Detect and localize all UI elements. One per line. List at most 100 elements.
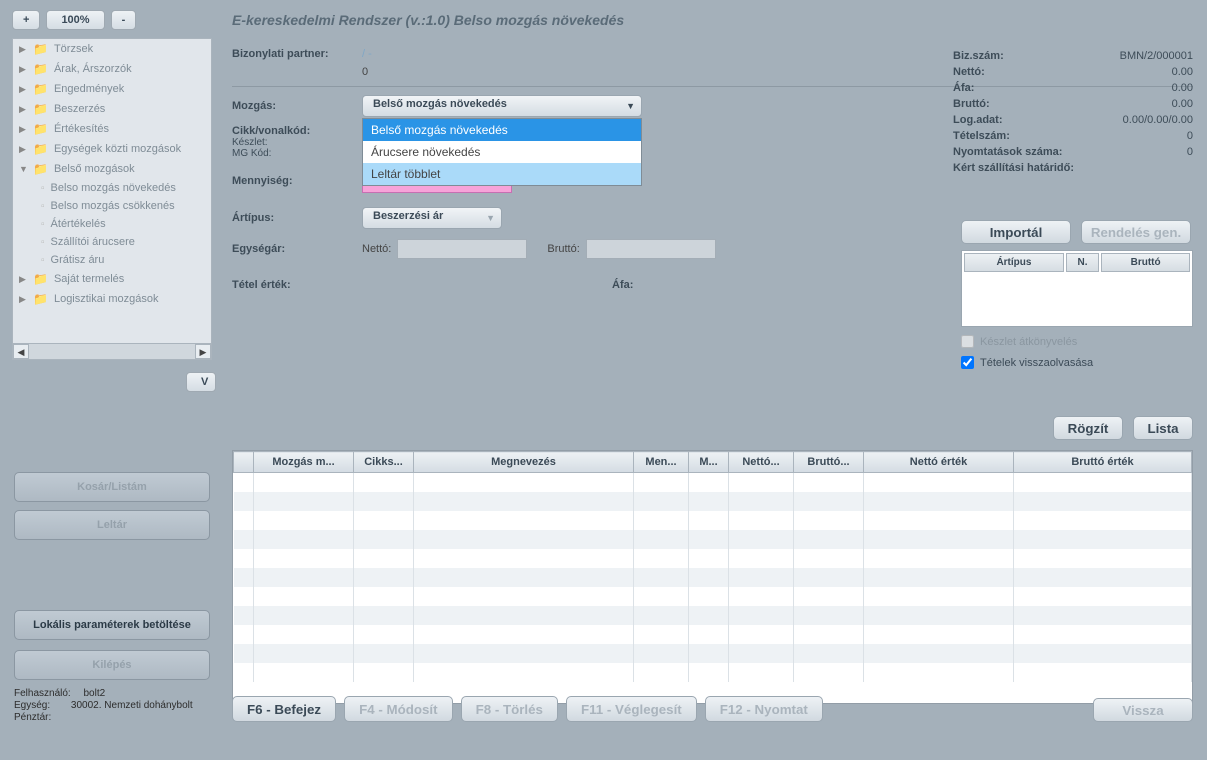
- collapse-button[interactable]: V: [186, 372, 216, 392]
- table-row[interactable]: [234, 644, 1192, 663]
- load-params-button[interactable]: Lokális paraméterek betöltése: [14, 610, 210, 640]
- tree-folder[interactable]: ▶📁Árak, Árszorzók: [13, 59, 211, 79]
- stock-label: Készlet:: [232, 137, 362, 148]
- tree-label: Belso mozgás csökkenés: [51, 200, 175, 212]
- tree-label: Értékesítés: [54, 123, 109, 135]
- gross-input[interactable]: [586, 239, 716, 259]
- tree-item[interactable]: ▫Átértékelés: [13, 215, 211, 233]
- cart-button[interactable]: Kosár/Listám: [14, 472, 210, 502]
- folder-icon: 📁: [33, 42, 48, 56]
- unitprice-label: Egységár:: [232, 243, 362, 255]
- stock-transfer-checkbox: [961, 335, 974, 348]
- inventory-button[interactable]: Leltár: [14, 510, 210, 540]
- file-icon: ▫: [41, 183, 45, 194]
- save-button[interactable]: Rögzít: [1053, 416, 1123, 440]
- grid-th-net[interactable]: Nettó...: [729, 452, 794, 473]
- tree-item[interactable]: ▫Belso mozgás növekedés: [13, 179, 211, 197]
- grid-th-movement[interactable]: Mozgás m...: [254, 452, 354, 473]
- page-title: E-kereskedelmi Rendszer (v.:1.0) Belso m…: [232, 12, 624, 28]
- tree-label: Grátisz áru: [51, 254, 105, 266]
- file-icon: ▫: [41, 255, 45, 266]
- exit-button[interactable]: Kilépés: [14, 650, 210, 680]
- grid-th-qty[interactable]: Men...: [634, 452, 689, 473]
- printcount-value: 0: [1187, 146, 1193, 158]
- tree-folder[interactable]: ▶📁Egységek közti mozgások: [13, 139, 211, 159]
- unit-value: 30002. Nemzeti dohánybolt: [71, 700, 193, 711]
- table-row[interactable]: [234, 663, 1192, 682]
- table-row[interactable]: [234, 568, 1192, 587]
- partner-label: Bizonylati partner:: [232, 48, 362, 60]
- logdata-value: 0.00/0.00/0.00: [1123, 114, 1193, 126]
- table-row[interactable]: [234, 511, 1192, 530]
- mini-th-gross: Bruttó: [1101, 253, 1190, 272]
- table-row[interactable]: [234, 473, 1192, 492]
- net-input[interactable]: [397, 239, 527, 259]
- grid-th-gross[interactable]: Bruttó...: [794, 452, 864, 473]
- table-row[interactable]: [234, 549, 1192, 568]
- tree-label: Egységek közti mozgások: [54, 143, 181, 155]
- grid-th-name[interactable]: Megnevezés: [414, 452, 634, 473]
- folder-icon: 📁: [33, 142, 48, 156]
- scroll-right-icon[interactable]: ▶: [195, 344, 211, 359]
- tree-item[interactable]: ▫Belso mozgás csökkenés: [13, 197, 211, 215]
- tree-folder[interactable]: ▶ 📁 Logisztikai mozgások: [13, 289, 211, 309]
- logdata-label: Log.adat:: [953, 114, 1003, 126]
- grid-th-item[interactable]: Cikks...: [354, 452, 414, 473]
- tree-item[interactable]: ▫Szállítói árucsere: [13, 233, 211, 251]
- chevron-right-icon: ▶: [19, 294, 29, 305]
- tree-folder[interactable]: ▶📁Engedmények: [13, 79, 211, 99]
- tree-folder[interactable]: ▶ 📁 Beszerzés: [13, 99, 211, 119]
- folder-icon: 📁: [33, 102, 48, 116]
- grid-th-netval[interactable]: Nettó érték: [864, 452, 1014, 473]
- table-row[interactable]: [234, 625, 1192, 644]
- deadline-label: Kért szállítási határidő:: [953, 162, 1074, 174]
- pricetype-label: Ártípus:: [232, 212, 362, 224]
- item-barcode-label: Cikk/vonalkód:: [232, 125, 362, 137]
- folder-icon: 📁: [33, 62, 48, 76]
- grid-th-m[interactable]: M...: [689, 452, 729, 473]
- tree-item[interactable]: ▫ Grátisz áru: [13, 251, 211, 269]
- zoom-level-button[interactable]: 100%: [46, 10, 104, 30]
- items-grid: Mozgás m... Cikks... Megnevezés Men... M…: [232, 450, 1193, 704]
- quantity-label: Mennyiség:: [232, 175, 362, 187]
- tree-folder[interactable]: ▼📁Belső mozgások: [13, 159, 211, 179]
- penztar-label: Pénztár:: [14, 712, 51, 723]
- tree-folder[interactable]: ▶📁Törzsek: [13, 39, 211, 59]
- table-row[interactable]: [234, 606, 1192, 625]
- zoom-out-button[interactable]: -: [111, 10, 137, 30]
- folder-icon: 📁: [33, 122, 48, 136]
- import-button[interactable]: Importál: [961, 220, 1071, 244]
- f6-finish-button[interactable]: F6 - Befejez: [232, 696, 336, 722]
- grid-th-grossval[interactable]: Bruttó érték: [1014, 452, 1192, 473]
- stock-transfer-label: Készlet átkönyvelés: [980, 336, 1077, 348]
- docnum-label: Biz.szám:: [953, 50, 1004, 62]
- table-row[interactable]: [234, 530, 1192, 549]
- partner-value: / -: [362, 48, 372, 60]
- tree-label: Árak, Árszorzók: [54, 63, 132, 75]
- f11-finalize-button: F11 - Véglegesít: [566, 696, 697, 722]
- tree-label: Logisztikai mozgások: [54, 293, 159, 305]
- read-back-checkbox[interactable]: [961, 356, 974, 369]
- chevron-down-icon: ▼: [486, 213, 495, 223]
- list-button[interactable]: Lista: [1133, 416, 1193, 440]
- folder-icon: 📁: [33, 292, 48, 306]
- net-label: Nettó:: [362, 243, 391, 255]
- scroll-left-icon[interactable]: ◀: [13, 344, 29, 359]
- movement-option[interactable]: Belső mozgás növekedés: [363, 119, 641, 141]
- tree-label: Saját termelés: [54, 273, 124, 285]
- pricetype-dropdown[interactable]: Beszerzési ár▼: [362, 207, 502, 229]
- user-value: bolt2: [83, 688, 105, 699]
- zoom-in-button[interactable]: +: [12, 10, 40, 30]
- tree-folder[interactable]: ▶📁Saját termelés: [13, 269, 211, 289]
- tree-folder[interactable]: ▶📁Értékesítés: [13, 119, 211, 139]
- tree-label: Beszerzés: [54, 103, 105, 115]
- read-back-label: Tételek visszaolvasása: [980, 357, 1093, 369]
- chevron-right-icon: ▶: [19, 274, 29, 285]
- chevron-right-icon: ▶: [19, 104, 29, 115]
- grid-th-blank[interactable]: [234, 452, 254, 473]
- movement-option[interactable]: Leltár többlet: [363, 163, 641, 185]
- table-row[interactable]: [234, 492, 1192, 511]
- movement-dropdown[interactable]: Belső mozgás növekedés▼: [362, 95, 642, 117]
- table-row[interactable]: [234, 587, 1192, 606]
- movement-option[interactable]: Árucsere növekedés: [363, 141, 641, 163]
